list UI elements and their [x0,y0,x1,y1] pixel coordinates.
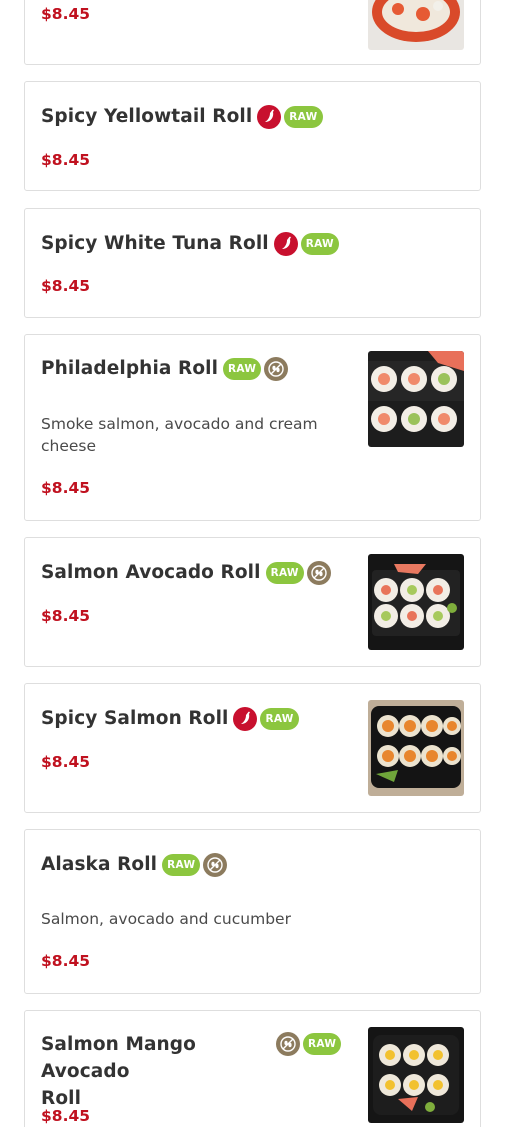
chili-pepper-icon [257,104,282,129]
menu-item-card[interactable]: Salmon Avocado Roll RAW $8.45 [24,537,481,667]
item-price: $8.45 [41,277,91,295]
item-price: $8.45 [41,607,91,625]
menu-item-card[interactable]: $8.45 [24,0,481,65]
item-name: Alaska Roll [41,854,158,875]
chili-pepper-icon [233,706,258,731]
item-photo [368,351,464,447]
raw-badge: RAW [260,707,299,730]
menu-item-card[interactable]: Alaska Roll RAW Salmon, avocado and cucu… [24,829,481,994]
raw-badge: RAW [300,232,339,255]
item-name: Salmon Avocado Roll [41,562,261,583]
item-price: $8.45 [41,479,91,497]
raw-badge: RAW [303,1033,342,1055]
item-price: $8.45 [41,151,91,169]
item-name: Spicy White Tuna Roll [41,233,269,254]
item-name: Salmon Mango Avocado [41,1034,196,1082]
gluten-free-icon [306,560,331,585]
raw-badge: RAW [265,561,304,584]
item-photo [368,0,464,50]
item-name: Philadelphia Roll [41,358,219,379]
item-price: $8.45 [41,753,91,771]
gluten-free-icon [264,356,289,381]
menu-item-card[interactable]: Spicy White Tuna Roll RAW $8.45 [24,208,481,318]
menu-item-card[interactable]: Salmon Mango Avocado Roll RAW $8.45 [24,1010,481,1127]
item-price: $8.45 [41,1107,91,1125]
item-photo [368,1027,464,1123]
gluten-free-icon [203,852,228,877]
item-photo [368,554,464,650]
menu-item-card[interactable]: Spicy Yellowtail Roll RAW $8.45 [24,81,481,191]
item-photo [368,700,464,796]
item-description: Salmon, avocado and cucumber [41,910,291,928]
item-price: $8.45 [41,5,91,23]
menu-item-card[interactable]: Spicy Salmon Roll RAW $8.45 [24,683,481,813]
gluten-free-icon [276,1032,300,1056]
item-name: Spicy Yellowtail Roll [41,106,253,127]
raw-badge: RAW [162,853,201,876]
raw-badge: RAW [223,357,262,380]
menu-item-card[interactable]: Philadelphia Roll RAW Smoke salmon, avoc… [24,334,481,521]
item-price: $8.45 [41,952,91,970]
item-description: Smoke salmon, avocado and cream cheese [41,415,318,455]
item-name: Spicy Salmon Roll [41,708,229,729]
raw-badge: RAW [284,105,323,128]
chili-pepper-icon [273,231,298,256]
